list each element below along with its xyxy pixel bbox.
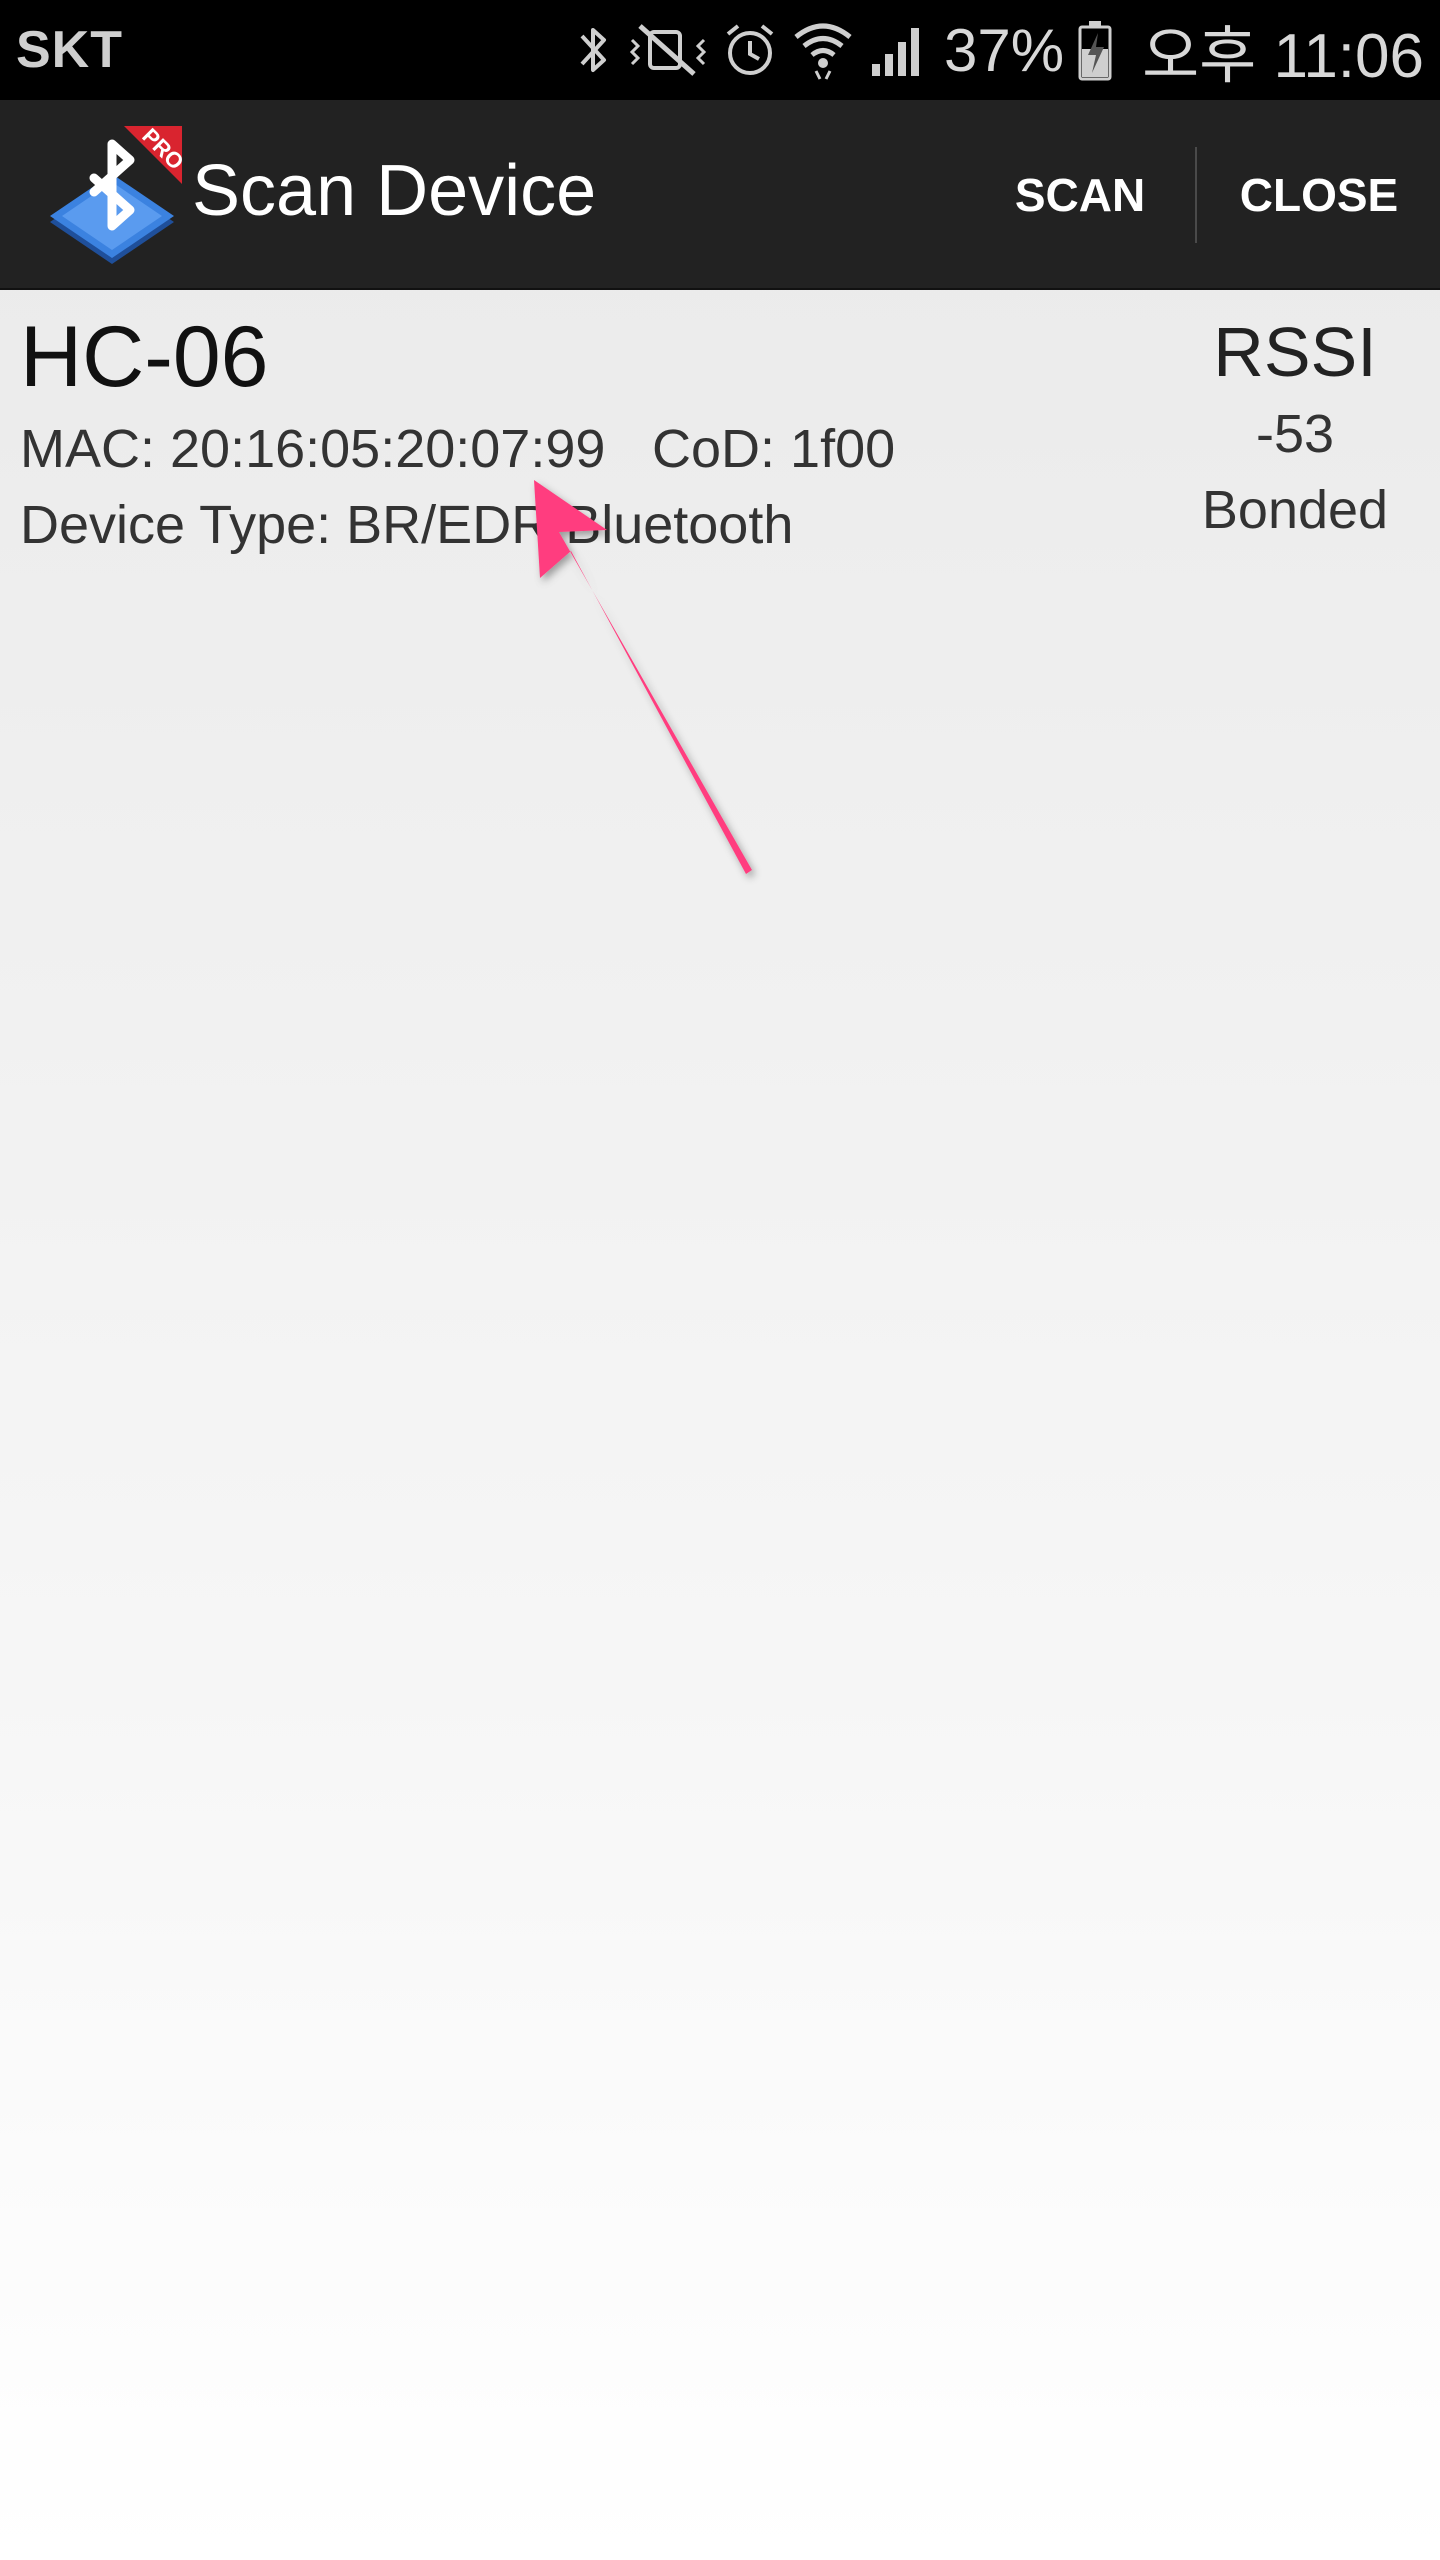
scan-button-label: SCAN — [1014, 169, 1146, 221]
action-divider — [1195, 147, 1197, 243]
wifi-icon — [792, 19, 854, 81]
bluetooth-icon — [574, 20, 614, 80]
page-title: Scan Device — [192, 151, 597, 231]
clock: 오후 11:06 — [1142, 22, 1424, 91]
action-bar: PRO Scan Device SCAN CLOSE — [0, 100, 1440, 290]
device-class-of-device: CoD: 1f00 — [652, 419, 896, 479]
carrier-label: SKT — [16, 21, 123, 79]
alarm-icon — [722, 20, 778, 80]
scan-button[interactable]: SCAN — [990, 100, 1170, 290]
device-name: HC-06 — [20, 309, 269, 405]
close-button[interactable]: CLOSE — [1212, 100, 1426, 290]
bluetooth-app-logo-icon: PRO — [42, 123, 189, 266]
bond-state: Bonded — [1201, 480, 1389, 540]
device-type: Device Type: BR/EDR Bluetooth — [20, 495, 794, 555]
status-icons: 37% 오후 11:06 — [574, 0, 1424, 100]
rssi-value: -53 — [1255, 404, 1335, 464]
close-button-label: CLOSE — [1239, 169, 1399, 221]
vibrate-mute-icon — [628, 20, 708, 80]
rssi-label: RSSI — [1213, 313, 1377, 391]
rssi-column: RSSI -53 Bonded — [1160, 308, 1430, 548]
status-bar: SKT 37% 오후 11:06 — [0, 0, 1440, 100]
battery-percent: 37% — [944, 16, 1065, 84]
signal-icon — [868, 20, 926, 80]
device-list-item[interactable]: HC-06 MAC: 20:16:05:20:07:99 CoD: 1f00 D… — [0, 290, 1440, 570]
battery-charging-icon — [1078, 19, 1112, 81]
device-mac-address: MAC: 20:16:05:20:07:99 — [20, 419, 606, 479]
